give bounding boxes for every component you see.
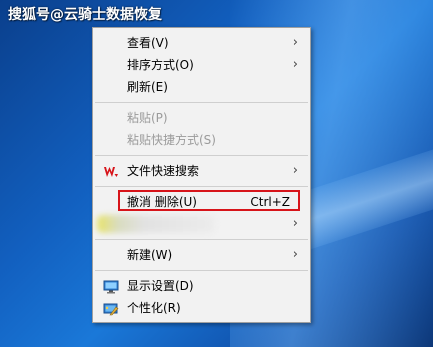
menu-separator <box>95 239 308 240</box>
menu-item-sort[interactable]: 排序方式(O) › <box>93 54 310 76</box>
menu-item-new-label: 新建(W) <box>127 248 173 262</box>
menu-separator <box>95 102 308 103</box>
display-settings-icon <box>103 279 119 294</box>
menu-item-personalize[interactable]: 个性化(R) <box>93 297 310 319</box>
menu-item-sort-label: 排序方式(O) <box>127 58 194 72</box>
menu-separator <box>95 186 308 187</box>
menu-item-view-label: 查看(V) <box>127 36 169 50</box>
chevron-right-icon: › <box>292 163 298 178</box>
menu-item-new[interactable]: 新建(W) › <box>93 244 310 266</box>
menu-item-paste[interactable]: 粘贴(P) <box>93 107 310 129</box>
menu-separator <box>95 155 308 156</box>
wps-logo-icon <box>103 164 119 178</box>
menu-separator <box>95 270 308 271</box>
menu-item-display-settings[interactable]: 显示设置(D) <box>93 275 310 297</box>
menu-item-wps-search-label: 文件快速搜索 <box>127 164 200 178</box>
menu-item-obscured[interactable]: › <box>93 213 310 235</box>
menu-item-paste-shortcut[interactable]: 粘贴快捷方式(S) <box>93 129 310 151</box>
undo-delete-highlight <box>118 190 300 211</box>
menu-item-paste-label: 粘贴(P) <box>127 111 168 125</box>
personalize-icon <box>103 301 119 316</box>
menu-item-personalize-label: 个性化(R) <box>127 301 181 315</box>
desktop-context-menu: 查看(V) › 排序方式(O) › 刷新(E) 粘贴(P) 粘贴快捷方式(S) … <box>92 27 311 323</box>
chevron-right-icon: › <box>292 35 298 50</box>
blurred-menu-entry <box>97 215 215 233</box>
menu-item-view[interactable]: 查看(V) › <box>93 32 310 54</box>
chevron-right-icon: › <box>292 247 298 262</box>
chevron-right-icon: › <box>292 57 298 72</box>
menu-item-paste-shortcut-label: 粘贴快捷方式(S) <box>127 133 216 147</box>
chevron-right-icon: › <box>292 216 298 231</box>
watermark: 搜狐号@云骑士数据恢复 <box>8 7 162 23</box>
menu-item-display-settings-label: 显示设置(D) <box>127 279 194 293</box>
menu-item-refresh[interactable]: 刷新(E) <box>93 76 310 98</box>
menu-item-refresh-label: 刷新(E) <box>127 80 168 94</box>
menu-item-wps-search[interactable]: 文件快速搜索 › <box>93 160 310 182</box>
